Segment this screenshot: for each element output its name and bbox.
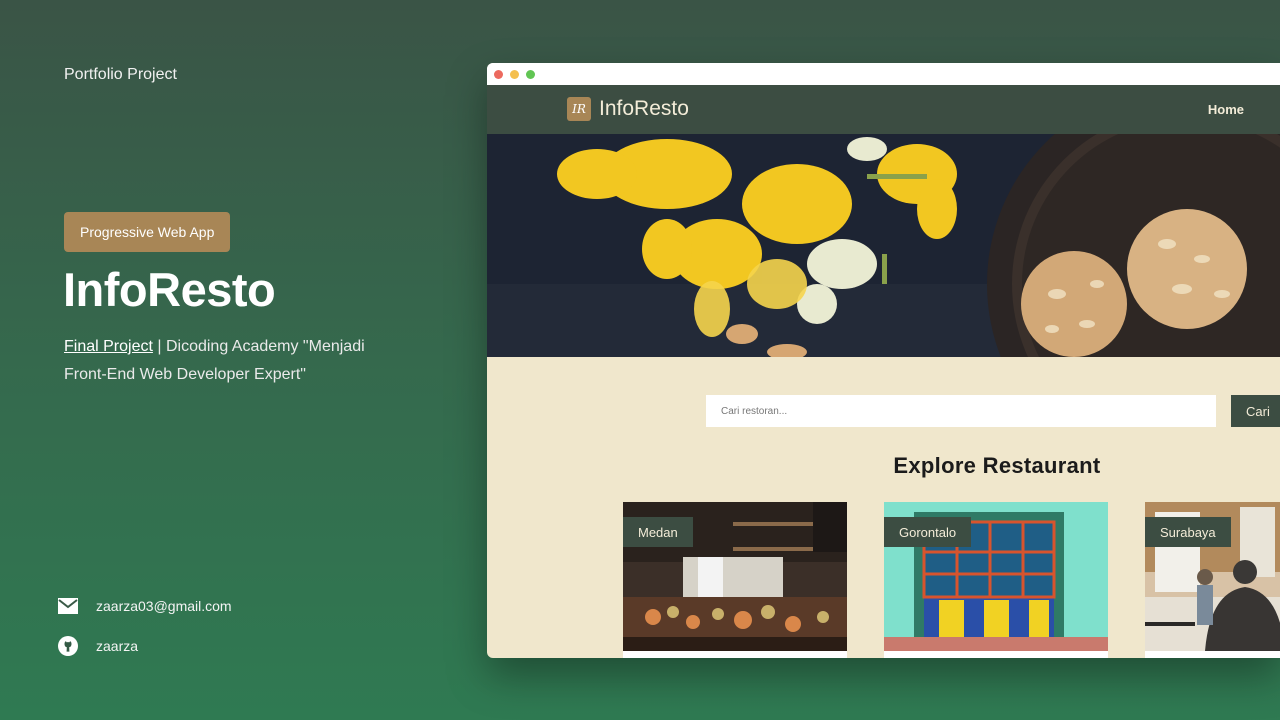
restaurant-card[interactable]: Gorontalo bbox=[884, 502, 1108, 658]
category-badge: Progressive Web App bbox=[64, 212, 231, 252]
city-label: Medan bbox=[623, 517, 693, 547]
logo-icon: IR bbox=[567, 97, 591, 121]
browser-titlebar bbox=[487, 63, 1280, 85]
close-dot[interactable] bbox=[494, 69, 503, 79]
hero-image bbox=[487, 134, 1280, 357]
search-button[interactable]: Cari bbox=[1231, 395, 1280, 427]
logo-text: InfoResto bbox=[599, 97, 689, 120]
nav-home-link[interactable]: Home bbox=[1208, 102, 1244, 117]
explore-heading: Explore Restaurant bbox=[893, 453, 1101, 478]
mail-icon bbox=[58, 596, 78, 616]
maximize-dot[interactable] bbox=[526, 69, 535, 79]
city-label: Surabaya bbox=[1145, 517, 1231, 547]
project-title: InfoResto bbox=[63, 263, 276, 316]
restaurant-card[interactable]: Medan bbox=[623, 502, 847, 658]
site-logo[interactable]: IR InfoResto bbox=[567, 97, 689, 121]
minimize-dot[interactable] bbox=[510, 69, 519, 79]
project-description: Final Project | Dicoding Academy "Menjad… bbox=[64, 333, 404, 389]
portfolio-eyebrow: Portfolio Project bbox=[64, 66, 177, 83]
city-label: Gorontalo bbox=[884, 517, 972, 547]
email-text: zaarza03@gmail.com bbox=[96, 598, 232, 614]
github-icon bbox=[58, 636, 78, 656]
github-text: zaarza bbox=[96, 638, 139, 654]
final-project-link[interactable]: Final Project bbox=[64, 338, 153, 355]
restaurant-card[interactable]: Surabaya bbox=[1145, 502, 1280, 658]
browser-mockup: IR InfoResto Home Cari restoran... Cari … bbox=[487, 63, 1280, 658]
github-contact[interactable]: zaarza bbox=[58, 636, 138, 656]
site-navbar: IR InfoResto Home bbox=[487, 85, 1280, 134]
search-input[interactable] bbox=[706, 395, 1216, 427]
email-contact[interactable]: zaarza03@gmail.com bbox=[58, 596, 232, 616]
